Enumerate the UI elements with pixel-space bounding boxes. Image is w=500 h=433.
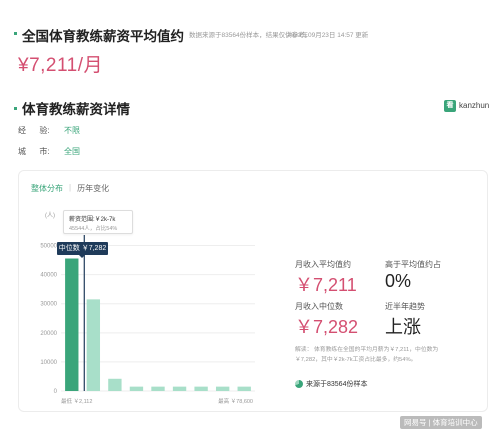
chart-bar (215, 386, 230, 391)
panel-tabs: 整体分布 | 历年变化 (31, 183, 109, 194)
city-filter[interactable]: 全国 (64, 146, 80, 157)
experience-label: 经 验: (18, 126, 50, 135)
sample-source: 来源于83564份样本 (295, 379, 367, 389)
avg-salary-value: ￥7,211 (295, 275, 357, 295)
y-tick-label: 40000 (40, 273, 57, 279)
section-marker (14, 107, 17, 110)
chart-bar (65, 258, 79, 391)
chart-bar (194, 386, 208, 391)
logo-icon: 看 (444, 99, 456, 112)
update-time: 2023年09月23日 14:57 更新 (287, 32, 369, 39)
y-tick-label: 10000 (40, 360, 57, 366)
y-tick-label: 50000 (40, 244, 57, 250)
section-marker (14, 32, 17, 35)
salary-distribution-panel: 整体分布 | 历年变化 (人) 0 10000 20000 30000 40000 5000… (18, 170, 488, 412)
chart-bar (129, 386, 144, 391)
pie-chart-icon (295, 380, 303, 388)
chart-bar (172, 386, 187, 391)
y-tick-label: 30000 (40, 302, 57, 308)
kanzhun-logo[interactable]: 看 kanzhun (444, 99, 489, 112)
bar-tooltip: 薪资范围:￥2k-7k 45544人，占比54% (63, 210, 133, 234)
sample-source-text: 来源于83564份样本 (306, 381, 368, 388)
watermark: 网易号 | 体育培训中心 (400, 416, 482, 429)
interpretation-note: 解读： 体育教练在全国的平均月薪为￥7,211，中位数为 ￥7,282，其中￥2… (295, 345, 455, 365)
note-line: ￥7,282，其中￥2k-7k工资占比最多，约54%。 (295, 357, 417, 363)
median-marker-label: 中位数 ￥7,282 (57, 242, 108, 258)
x-max-label: 最高 ￥78,600 (218, 397, 253, 405)
avg-salary-label: 月收入平均值约 (295, 260, 351, 269)
average-salary: ¥7,211/月 (18, 55, 103, 76)
y-tick-label: 0 (54, 389, 58, 395)
y-tick-label: 20000 (40, 331, 57, 337)
tab-overall-distribution[interactable]: 整体分布 (31, 183, 63, 194)
chart-bar (86, 299, 101, 391)
above-avg-value: 0% (385, 271, 412, 291)
logo-text: kanzhun (459, 101, 490, 110)
tooltip-count: 45544人，占比54% (69, 226, 118, 232)
median-salary-label: 月收入中位数 (295, 302, 343, 311)
chart-bar (151, 386, 165, 391)
experience-filter[interactable]: 不限 (64, 125, 80, 136)
x-min-label: 最低 ￥2,112 (61, 397, 92, 405)
city-label: 城 市: (18, 147, 50, 156)
trend-label: 近半年趋势 (385, 302, 425, 311)
trend-value: 上涨 (385, 317, 421, 337)
chart-bar (237, 386, 251, 391)
distribution-chart: (人) 0 10000 20000 30000 40000 50000 最低 ￥2,112 最高… (40, 212, 255, 405)
tab-yearly-change[interactable]: 历年变化 (77, 183, 109, 194)
page-title: 全国体育教练薪资平均值约 (22, 29, 184, 44)
above-avg-label: 高于平均值约占 (385, 260, 441, 269)
note-line: 解读： 体育教练在全国的平均月薪为￥7,211，中位数为 (295, 347, 439, 353)
y-axis-unit: (人) (45, 212, 55, 219)
median-salary-value: ￥7,282 (295, 317, 359, 337)
tab-divider: | (69, 183, 72, 192)
section-title: 体育教练薪资详情 (22, 102, 130, 117)
chart-bar (108, 378, 122, 391)
tooltip-range: 薪资范围:￥2k-7k (69, 217, 116, 223)
